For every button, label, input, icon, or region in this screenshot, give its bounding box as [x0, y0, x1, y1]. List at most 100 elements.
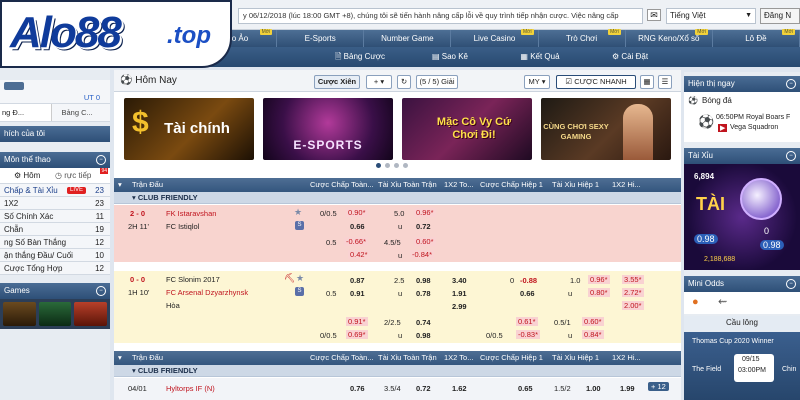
odds-cell[interactable]: -0.88 — [520, 276, 537, 285]
favorites-link[interactable]: hích của tôi — [0, 126, 110, 142]
favorite-star-icon[interactable]: ★ — [294, 207, 302, 218]
collapse-icon[interactable]: − — [786, 79, 796, 89]
settings-button[interactable]: ⚙ Cài Đặt — [585, 47, 675, 67]
odds-cell[interactable]: 0.65 — [518, 384, 533, 393]
checkbox-icon[interactable]: ☑ — [565, 77, 572, 86]
results-button[interactable]: ▦ Kết Quả — [495, 47, 585, 67]
collapse-icon[interactable]: − — [96, 155, 106, 165]
odds-cell[interactable]: 0.74 — [416, 318, 431, 327]
odds-cell[interactable]: 2.72* — [622, 288, 644, 297]
sidebar-item-handicap[interactable]: Chấp & Tài Xỉu LIVE 23 — [0, 184, 110, 197]
odds-cell[interactable]: 2.00* — [622, 301, 644, 310]
nav-esports[interactable]: E-Sports — [277, 30, 365, 47]
list-view-icon[interactable]: ☰ — [658, 75, 672, 89]
sports-header[interactable]: Môn thể thao − — [0, 152, 110, 168]
tab-live[interactable]: ◷ rực tiếp — [55, 171, 91, 180]
collapse-icon[interactable]: − — [96, 286, 106, 296]
login-button[interactable]: Đăng N — [760, 8, 800, 24]
odds-cell[interactable]: 0.91 — [350, 289, 365, 298]
odds-cell[interactable]: 0.66 — [520, 289, 535, 298]
odds-cell[interactable]: 1.00 — [586, 384, 601, 393]
odds-cell[interactable]: 3.40 — [452, 276, 467, 285]
play-icon[interactable]: ▶ — [718, 124, 728, 132]
collapse-icon[interactable]: − — [786, 279, 796, 289]
account-tab-2[interactable]: Bảng C... — [52, 104, 111, 121]
bet-list-button[interactable]: 🗎 Bảng Cược — [315, 47, 405, 67]
favorite-star-icon[interactable]: ★ — [296, 273, 304, 284]
odds-cell[interactable]: 0.61* — [516, 317, 538, 326]
nav-rng-keno[interactable]: RNG Keno/Xổ số Mới — [626, 29, 713, 47]
tab-today[interactable]: ⚙ Hôm — [14, 171, 40, 180]
nav-lode[interactable]: Lô Đề Mới — [713, 29, 800, 47]
odds-cell[interactable]: 0.96* — [414, 208, 436, 217]
taixiu-header[interactable]: Tài Xỉu − — [684, 148, 800, 164]
add-button[interactable]: + ▾ — [366, 75, 392, 89]
odds-cell[interactable]: 0.98 — [416, 331, 431, 340]
odds-cell[interactable]: 0.60* — [414, 237, 436, 246]
site-logo[interactable]: Alo88 .top — [0, 0, 232, 68]
odds-cell[interactable]: 1.62 — [452, 384, 467, 393]
odds-cell[interactable]: 1.99 — [620, 384, 635, 393]
odds-cell[interactable]: 0.76 — [350, 384, 365, 393]
odds-cell[interactable]: 0.96* — [588, 275, 610, 284]
carousel-dot[interactable] — [403, 163, 408, 168]
odds-cell[interactable]: -0.66* — [344, 237, 369, 246]
sidebar-item-odd-even[interactable]: Chẵn 19 — [0, 223, 110, 236]
home-team[interactable]: Hyltorps IF (N) — [166, 384, 215, 393]
odds-cell[interactable]: 0.84* — [582, 330, 604, 339]
odds-cell[interactable]: 0.80* — [588, 288, 610, 297]
league-row[interactable]: ▾ CLUB FRIENDLY — [114, 192, 681, 204]
taixiu-game[interactable]: 6,894 TÀI 0.98 0 0.98 2,188,688 — [684, 164, 800, 270]
grid-view-icon[interactable]: ▦ — [640, 75, 654, 89]
quick-bet-toggle[interactable]: ☑ CƯỢC NHANH — [556, 75, 636, 89]
stats-icon[interactable]: S — [295, 221, 304, 230]
mail-icon[interactable]: ✉ — [647, 9, 661, 21]
nav-number-game[interactable]: Number Game — [364, 30, 452, 47]
parlay-button[interactable]: Cược Xiên — [314, 75, 360, 89]
banner-covid[interactable]: Mặc Cô Vy Cứ Chơi Đi! — [402, 98, 532, 160]
odds-cell[interactable]: 1.91 — [452, 289, 467, 298]
odds-cell[interactable]: 0.72 — [416, 222, 431, 231]
odds-cell[interactable]: -0.83* — [516, 330, 541, 339]
nav-games[interactable]: Trò Chơi Mới — [539, 29, 626, 47]
mini-odds-header[interactable]: Mini Odds − — [684, 276, 800, 292]
odds-cell[interactable]: 0.91* — [346, 317, 368, 326]
odds-cell[interactable]: -0.84* — [410, 250, 435, 259]
mini-odds-event[interactable]: Thomas Cup 2020 Winner The Field 09/15 0… — [684, 332, 800, 400]
language-select[interactable]: Tiếng Việt ▼ — [666, 8, 756, 24]
stats-icon[interactable]: S — [295, 287, 304, 296]
league-row[interactable]: ▾ CLUB FRIENDLY — [114, 365, 681, 377]
sidebar-item-1x2[interactable]: 1X2 23 — [0, 197, 110, 210]
carousel-dot[interactable] — [385, 163, 390, 168]
league-filter-button[interactable]: (5 / 5) Giải — [416, 75, 458, 89]
games-header[interactable]: Games − — [0, 283, 110, 299]
home-team[interactable]: FK Istaravshan — [166, 209, 216, 218]
odds-cell[interactable]: 0.42* — [348, 250, 370, 259]
banner-finance[interactable]: $ Tài chính — [124, 98, 254, 160]
odds-cell[interactable]: 3.55* — [622, 275, 644, 284]
badminton-icon[interactable]: ⇜ — [718, 295, 727, 308]
away-team[interactable]: FC Istiqlol — [166, 222, 199, 231]
statement-button[interactable]: ▤ Sao Kê — [405, 47, 495, 67]
odds-type-select[interactable]: MY ▾ — [524, 75, 550, 89]
odds-cell[interactable]: 0.87 — [350, 276, 365, 285]
sidebar-item-total-goals[interactable]: ng Số Bàn Thắng 12 — [0, 236, 110, 249]
refresh-icon[interactable]: ↻ — [397, 75, 411, 89]
odds-cell[interactable]: 0.72 — [416, 384, 431, 393]
sidebar-item-mix-parlay[interactable]: Cược Tổng Hợp 12 — [0, 262, 110, 275]
odds-cell[interactable]: 0.60* — [582, 317, 604, 326]
carousel-dot[interactable] — [394, 163, 399, 168]
live-display-header[interactable]: Hiện thị ngay − — [684, 76, 800, 92]
sidebar-item-first-last[interactable]: ận thắng Đầu/ Cuối 10 — [0, 249, 110, 262]
carousel-dot[interactable] — [376, 163, 381, 168]
odds-cell[interactable]: 0.78 — [416, 289, 431, 298]
odds-cell[interactable]: 2.99 — [452, 302, 467, 311]
banner-esports[interactable]: E-SPORTS — [263, 98, 393, 160]
tv-icon[interactable]: ⛏ — [284, 273, 295, 284]
odds-cell[interactable]: 0.90* — [346, 208, 368, 217]
collapse-icon[interactable]: ▾ — [118, 178, 122, 192]
more-markets-button[interactable]: + 12 — [648, 382, 669, 391]
game-thumb[interactable] — [74, 302, 108, 326]
collapse-icon[interactable]: − — [786, 151, 796, 161]
event-time[interactable]: 06:50PM Royal Boars F — [716, 114, 790, 121]
